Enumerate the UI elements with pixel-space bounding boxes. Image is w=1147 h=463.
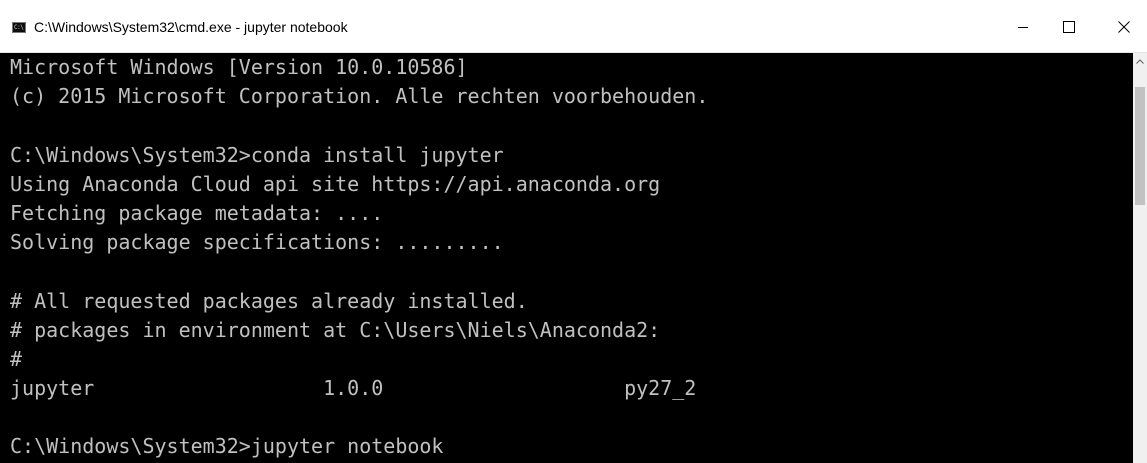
scroll-thumb[interactable]	[1135, 87, 1145, 205]
console-line: # packages in environment at C:\Users\Ni…	[10, 317, 661, 342]
console-line: (c) 2015 Microsoft Corporation. Alle rec…	[10, 84, 709, 109]
console-line: Using Anaconda Cloud api site https://ap…	[10, 171, 661, 196]
console-line: C:\Windows\System32>jupyter notebook	[10, 434, 444, 459]
console-line: Fetching package metadata: ....	[10, 200, 384, 225]
scroll-up-button[interactable]	[1133, 53, 1147, 70]
console-line: # All requested packages already install…	[10, 288, 528, 313]
vertical-scrollbar[interactable]	[1133, 53, 1147, 463]
cmd-window: C:\ C:\Windows\System32\cmd.exe - jupyte…	[0, 0, 1147, 463]
console-line: Microsoft Windows [Version 10.0.10586]	[10, 55, 468, 79]
minimize-button[interactable]	[1000, 0, 1046, 53]
console-line: #	[10, 346, 23, 371]
maximize-button[interactable]	[1046, 0, 1092, 53]
title-bar[interactable]: C:\ C:\Windows\System32\cmd.exe - jupyte…	[0, 0, 1147, 53]
chevron-up-icon	[1136, 59, 1144, 64]
cmd-icon-glyph: C:\	[14, 24, 24, 31]
console-line: Solving package specifications: ........…	[10, 230, 504, 255]
maximize-icon	[1063, 20, 1075, 33]
cmd-icon[interactable]: C:\	[12, 22, 26, 33]
console-line: jupyter 1.0.0 py27_2	[10, 376, 697, 401]
console-line: C:\Windows\System32>conda install jupyte…	[10, 142, 504, 167]
console-text: Microsoft Windows [Version 10.0.10586] (c…	[0, 53, 1133, 462]
minimize-icon	[1018, 26, 1028, 28]
window-title: C:\Windows\System32\cmd.exe - jupyter no…	[34, 19, 348, 35]
close-icon	[1118, 20, 1130, 33]
close-button[interactable]	[1101, 0, 1147, 53]
console-output[interactable]: Microsoft Windows [Version 10.0.10586] (c…	[0, 53, 1133, 463]
